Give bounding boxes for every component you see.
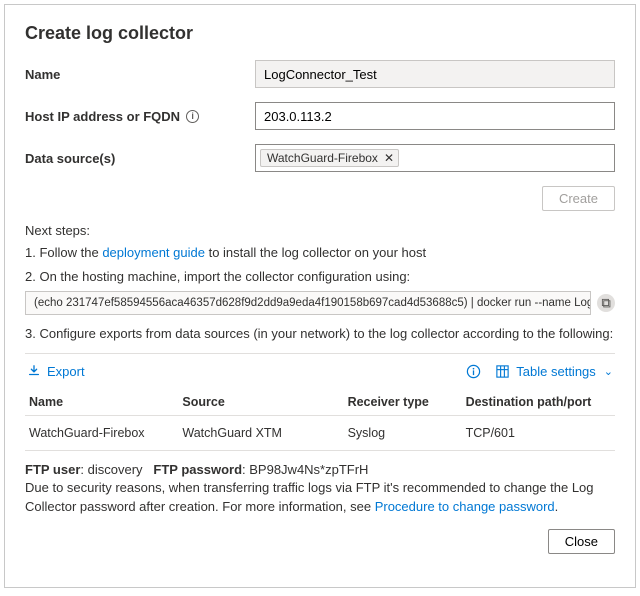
- th-source: Source: [178, 389, 343, 416]
- ftp-user-value: discovery: [88, 462, 143, 477]
- form-row-name: Name: [25, 60, 615, 88]
- th-name: Name: [25, 389, 178, 416]
- step-3: 3. Configure exports from data sources (…: [25, 325, 615, 343]
- ftp-pass-value: BP98Jw4Ns*zpTFrH: [249, 462, 368, 477]
- table-settings-label: Table settings: [516, 364, 596, 379]
- ftp-info: FTP user: discovery FTP password: BP98Jw…: [25, 461, 615, 518]
- close-button[interactable]: Close: [548, 529, 615, 554]
- command-row: (echo 231747ef58594556aca46357d628f9d2dd…: [25, 291, 615, 315]
- step-1: 1. Follow the deployment guide to instal…: [25, 244, 615, 262]
- command-box[interactable]: (echo 231747ef58594556aca46357d628f9d2dd…: [25, 291, 591, 315]
- export-label: Export: [47, 364, 85, 379]
- dialog-title: Create log collector: [25, 23, 615, 44]
- cell-receiver: Syslog: [344, 415, 462, 450]
- cell-source: WatchGuard XTM: [178, 415, 343, 450]
- create-button-row: Create: [25, 186, 615, 211]
- exports-table: Name Source Receiver type Destination pa…: [25, 389, 615, 451]
- deployment-guide-link[interactable]: deployment guide: [102, 245, 205, 260]
- table-settings-icon: [495, 364, 510, 379]
- datasource-input[interactable]: WatchGuard-Firebox ✕: [255, 144, 615, 172]
- export-button[interactable]: Export: [27, 364, 85, 379]
- close-row: Close: [25, 529, 615, 554]
- form-row-host: Host IP address or FQDN i: [25, 102, 615, 130]
- ftp-note-post: .: [555, 499, 559, 514]
- table-toolbar: Export Table settings ⌄: [25, 360, 615, 389]
- name-label: Name: [25, 67, 255, 82]
- chevron-down-icon: ⌄: [604, 365, 613, 378]
- remove-tag-icon[interactable]: ✕: [384, 152, 394, 164]
- next-steps-heading: Next steps:: [25, 223, 615, 238]
- host-label-text: Host IP address or FQDN: [25, 109, 180, 124]
- cell-dest: TCP/601: [462, 415, 615, 450]
- divider: [25, 353, 615, 354]
- name-input[interactable]: [255, 60, 615, 88]
- datasource-tag-label: WatchGuard-Firebox: [267, 151, 378, 165]
- th-receiver: Receiver type: [344, 389, 462, 416]
- create-button: Create: [542, 186, 615, 211]
- table-settings-button[interactable]: Table settings ⌄: [495, 364, 613, 379]
- download-icon: [27, 364, 41, 378]
- datasource-label: Data source(s): [25, 151, 255, 166]
- change-password-link[interactable]: Procedure to change password: [375, 499, 555, 514]
- create-log-collector-dialog: Create log collector Name Host IP addres…: [4, 4, 636, 588]
- table-header-row: Name Source Receiver type Destination pa…: [25, 389, 615, 416]
- info-icon[interactable]: i: [186, 110, 199, 123]
- ftp-user-label: FTP user: [25, 462, 80, 477]
- host-input[interactable]: [255, 102, 615, 130]
- table-info-icon[interactable]: [466, 364, 481, 379]
- step-2: 2. On the hosting machine, import the co…: [25, 268, 615, 286]
- cell-name: WatchGuard-Firebox: [25, 415, 178, 450]
- host-label: Host IP address or FQDN i: [25, 109, 255, 124]
- copy-icon: [601, 298, 612, 309]
- copy-command-button[interactable]: [597, 294, 615, 312]
- datasource-tag: WatchGuard-Firebox ✕: [260, 149, 399, 167]
- th-dest: Destination path/port: [462, 389, 615, 416]
- ftp-pass-label: FTP password: [153, 462, 242, 477]
- form-row-datasource: Data source(s) WatchGuard-Firebox ✕: [25, 144, 615, 172]
- table-row[interactable]: WatchGuard-Firebox WatchGuard XTM Syslog…: [25, 415, 615, 450]
